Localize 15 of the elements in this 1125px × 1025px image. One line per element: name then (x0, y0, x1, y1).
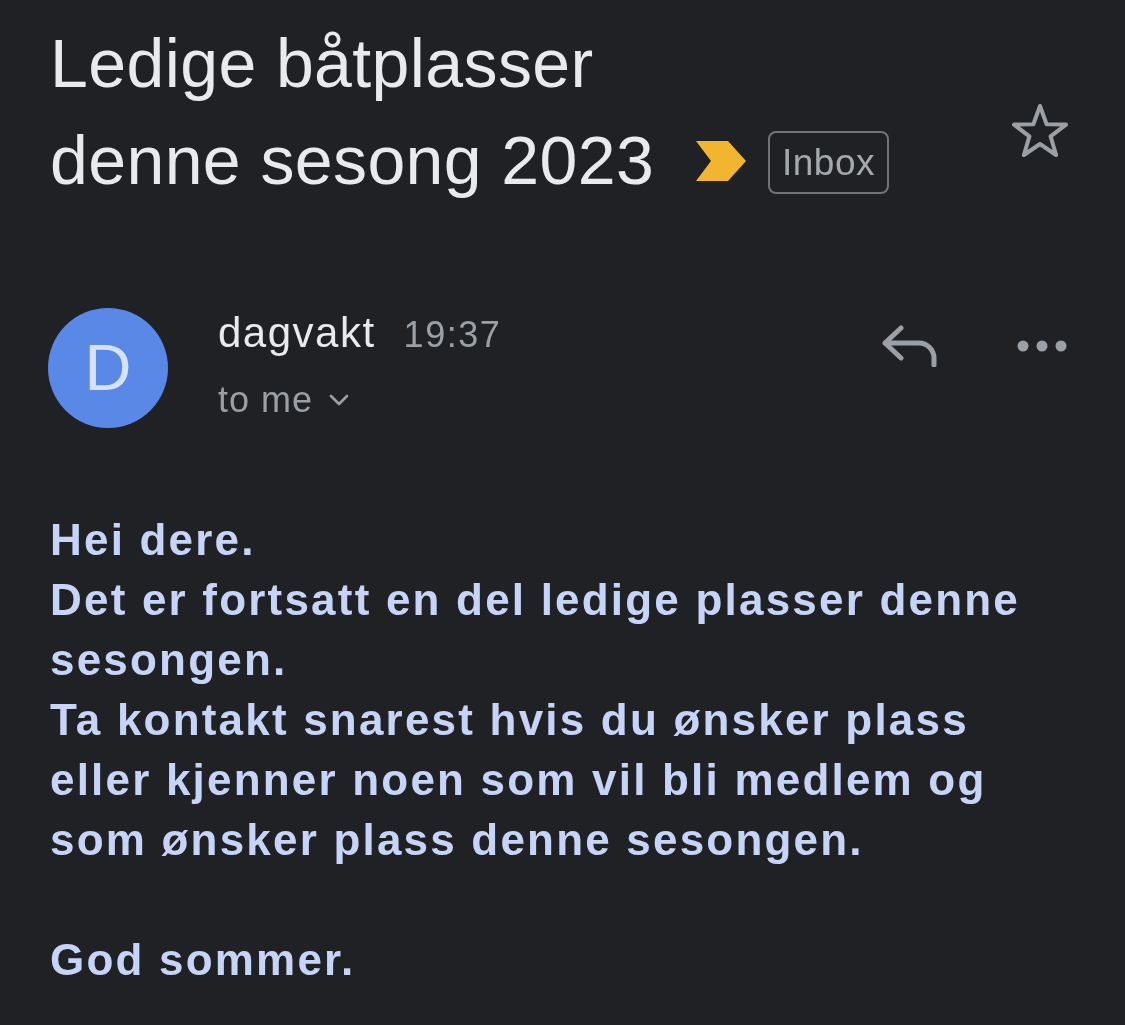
recipient-toggle[interactable]: to me (218, 378, 350, 422)
message-text: God sommer. (50, 934, 357, 986)
chevron-down-icon[interactable] (329, 394, 350, 406)
importance-marker-icon[interactable] (696, 141, 746, 181)
message-text: Hei dere. (50, 514, 257, 566)
sender-avatar: D (48, 308, 168, 428)
email-subject: Ledige båtplasser denne sesong 2023 (50, 24, 656, 200)
message-text: Ta kontakt snarest hvis du ønsker plass eller kjenner noen som vil bli medlem og som ønsker plass denne sesongen. (50, 694, 988, 866)
more-options-icon[interactable] (1017, 340, 1067, 352)
star-icon[interactable] (1011, 103, 1069, 159)
message-text: Det er fortsatt en del ledige plasser denne sesongen. (50, 574, 1021, 686)
inbox-label[interactable]: Inbox (768, 131, 889, 194)
sender-name: dagvakt (218, 308, 376, 358)
reply-icon[interactable] (881, 325, 937, 367)
message-time: 19:37 (403, 313, 502, 357)
